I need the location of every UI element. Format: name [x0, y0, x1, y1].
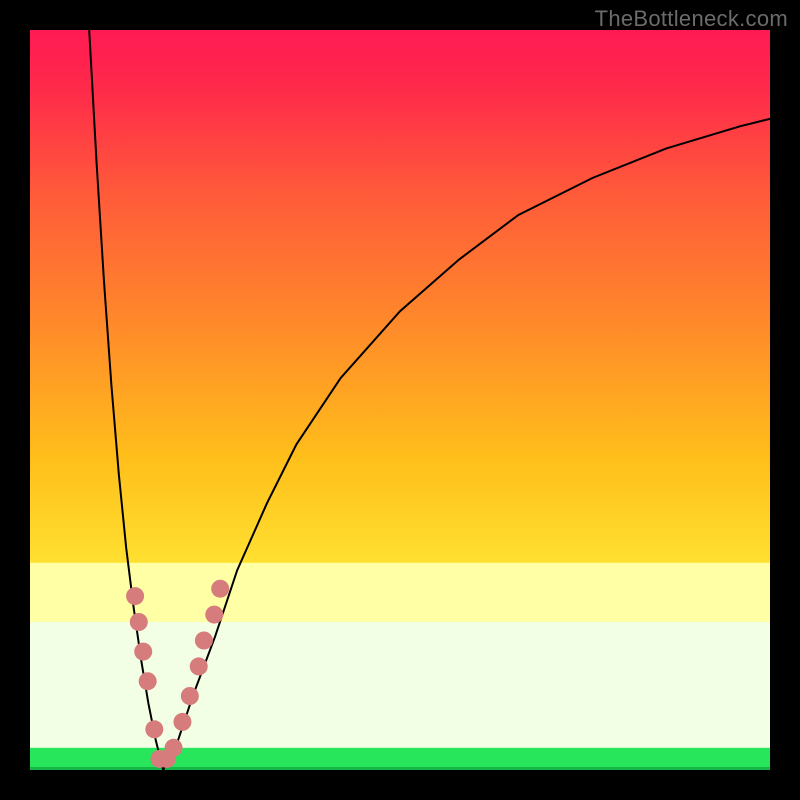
marker-dot [205, 606, 223, 624]
marker-dot [211, 580, 229, 598]
chart-frame: TheBottleneck.com [0, 0, 800, 800]
marker-dot [126, 587, 144, 605]
marker-dot [181, 687, 199, 705]
chart-svg [30, 30, 770, 770]
plot-area [30, 30, 770, 770]
marker-dot [145, 720, 163, 738]
marker-dot [173, 713, 191, 731]
marker-dot [190, 657, 208, 675]
marker-dot [130, 613, 148, 631]
marker-dot [139, 672, 157, 690]
marker-dot [195, 632, 213, 650]
marker-dot [134, 643, 152, 661]
watermark-label: TheBottleneck.com [595, 6, 788, 32]
marker-dot [165, 739, 183, 757]
